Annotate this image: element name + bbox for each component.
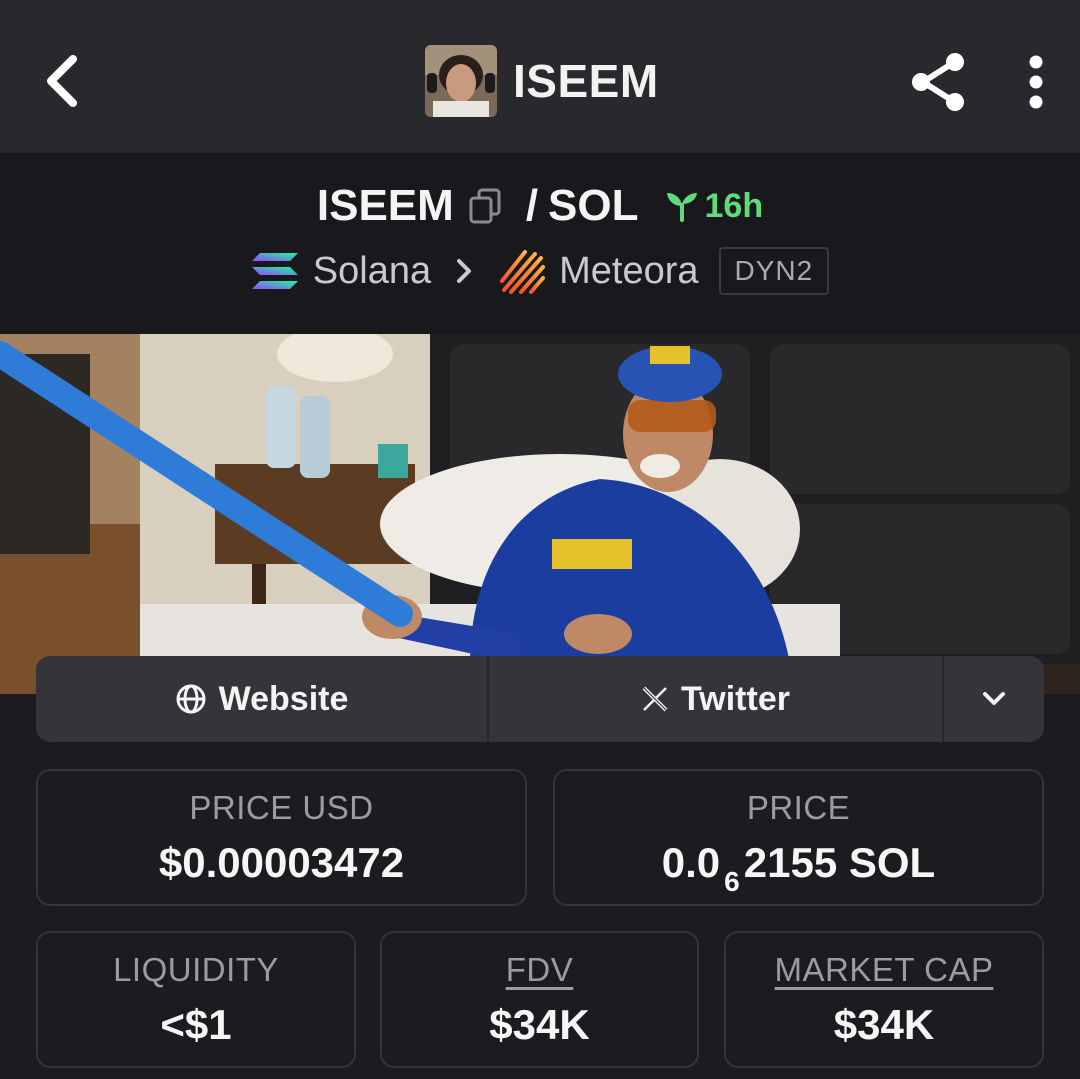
price-usd-label: PRICE USD (189, 789, 374, 826)
twitter-button[interactable]: Twitter (489, 656, 944, 742)
price-native-value: 0.0 62155 SOL (555, 839, 1042, 897)
meteora-icon (500, 250, 546, 294)
fdv-label[interactable]: FDV (382, 951, 697, 989)
fdv-value: $34K (489, 1001, 590, 1048)
token-avatar (425, 45, 497, 117)
quote-symbol: SOL (548, 181, 639, 230)
more-vertical-icon (1029, 55, 1043, 109)
liquidity-label: LIQUIDITY (113, 951, 279, 988)
seedling-icon (666, 193, 697, 222)
more-options-button[interactable] (1006, 44, 1066, 120)
chevron-right-icon (457, 259, 472, 283)
chain-name[interactable]: Solana (313, 250, 431, 293)
links-bar: Website Twitter (36, 656, 1044, 742)
copy-icon[interactable] (468, 187, 502, 225)
app-bar: ISEEM (0, 0, 1080, 153)
x-logo-icon (642, 686, 668, 712)
back-button[interactable] (28, 46, 98, 116)
base-symbol: ISEEM (316, 181, 454, 230)
twitter-label: Twitter (681, 679, 790, 718)
chevron-down-icon (983, 692, 1005, 705)
chevron-left-icon (47, 55, 77, 107)
market-cap-label[interactable]: MARKET CAP (726, 951, 1042, 989)
chain-row: Solana Meteora DYN2 (0, 247, 1080, 295)
price-native-label: PRICE (746, 789, 851, 826)
price-usd-card: PRICE USD $0.00003472 (36, 769, 527, 906)
links-expand-button[interactable] (944, 656, 1044, 742)
token-name: ISEEM (513, 55, 659, 107)
share-icon (912, 53, 964, 111)
liquidity-card: LIQUIDITY <$1 (36, 931, 356, 1068)
pair-separator: / (525, 181, 539, 230)
token-title: ISEEM (425, 45, 659, 117)
token-banner-image (0, 334, 1080, 694)
market-cap-card[interactable]: MARKET CAP $34K (724, 931, 1044, 1068)
price-native-suffix: 2155 SOL (743, 839, 936, 886)
pair-header: ISEEM / SOL 16h Solana Meteora DYN2 (0, 153, 1080, 334)
price-native-card: PRICE 0.0 62155 SOL (553, 769, 1044, 906)
price-native-prefix: 0.0 (661, 839, 721, 886)
website-label: Website (218, 679, 349, 718)
globe-icon (176, 684, 206, 714)
market-cap-value: $34K (833, 1001, 935, 1048)
share-button[interactable] (900, 44, 976, 120)
price-native-zero-count: 6 (724, 866, 740, 897)
website-button[interactable]: Website (36, 656, 489, 742)
liquidity-value: <$1 (160, 1001, 232, 1048)
solana-icon (251, 253, 298, 289)
dex-name[interactable]: Meteora (559, 250, 698, 293)
dex-badge: DYN2 (718, 247, 830, 295)
price-usd-value: $0.00003472 (158, 839, 405, 886)
pair-age-text: 16h (704, 186, 764, 225)
fdv-card[interactable]: FDV $34K (380, 931, 699, 1068)
pair-age: 16h (665, 186, 764, 226)
pair-row: ISEEM / SOL 16h (0, 181, 1080, 231)
